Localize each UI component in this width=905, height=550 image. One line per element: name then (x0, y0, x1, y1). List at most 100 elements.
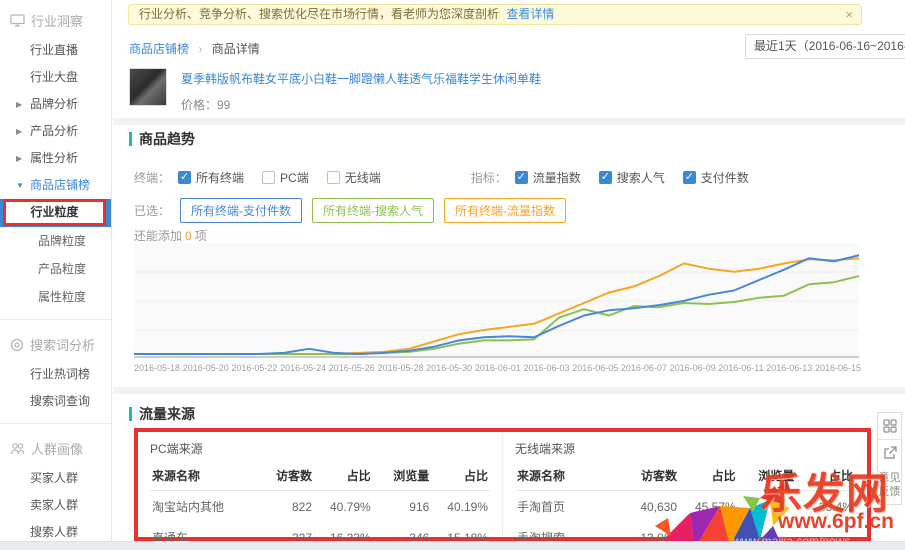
product-price: 价格：99 (181, 98, 231, 112)
checkbox-pc-terminal[interactable]: PC端 (262, 169, 309, 186)
wireless-source-table: 来源名称 访客数 占比 浏览量 占比 手淘首页 40,630 45.57% 38… (515, 463, 855, 550)
share-button[interactable] (878, 439, 901, 466)
checkbox-icon[interactable] (514, 170, 528, 184)
section-title-traffic-source: 流量来源 (129, 404, 195, 424)
sidebar-item-industry-market[interactable]: 行业大盘 (0, 64, 111, 91)
selected-label: 已选： (134, 204, 171, 218)
wireless-source-panel: 无线端来源 来源名称 访客数 占比 浏览量 占比 手淘首页 40,630 45.… (502, 432, 867, 545)
target-icon (10, 338, 24, 351)
sidebar-item-attribute-analysis[interactable]: ▶ 属性分析 (0, 145, 111, 172)
sidebar-section-title: 行业洞察 (31, 14, 84, 29)
checkbox-icon[interactable] (262, 171, 276, 184)
col-header-visitors: 访客数 (620, 463, 680, 491)
share-icon (883, 446, 897, 459)
qr-code-icon (882, 419, 897, 433)
x-axis-tick: 2016-06-13 (766, 363, 813, 373)
x-axis-tick: 2016-06-03 (523, 363, 570, 373)
trend-line-chart (133, 243, 860, 360)
sidebar-item-buyer-audience[interactable]: 买家人群 (0, 465, 111, 492)
table-header-row: 来源名称 访客数 占比 浏览量 占比 (515, 463, 855, 491)
sidebar-item-label: 卖家人群 (30, 498, 79, 512)
tag-all-traffic-index[interactable]: 所有终端-流量指数 (444, 198, 567, 223)
metric-options: 流量指数 搜索人气 支付件数 (514, 169, 749, 186)
section-title-text: 商品趋势 (139, 131, 195, 147)
cell-view-share: 38.4% (818, 499, 853, 514)
terminal-options: 所有终端 PC端 无线端 (178, 169, 381, 186)
section-accent-bar (129, 407, 132, 421)
checkbox-icon[interactable] (682, 170, 696, 184)
sidebar-section-search-word: 搜索词分析 (0, 328, 111, 361)
annotation-box-tables: PC端来源 来源名称 访客数 占比 浏览量 占比 淘宝站内其他 822 40.7… (134, 428, 871, 545)
divider (0, 423, 111, 424)
sidebar-item-label: 属性粒度 (38, 290, 87, 304)
checkbox-label: 所有终端 (196, 171, 245, 185)
pc-source-table: 来源名称 访客数 占比 浏览量 占比 淘宝站内其他 822 40.79% 916… (150, 463, 490, 550)
divider (113, 387, 905, 394)
sidebar-item-label: 属性分析 (30, 151, 79, 165)
sidebar-item-label: 行业大盘 (30, 70, 79, 84)
sidebar-item-label: 商品店铺榜 (30, 178, 91, 192)
side-toolbar: 意见反馈 (877, 412, 902, 505)
sidebar-item-industry-live[interactable]: 行业直播 (0, 37, 111, 64)
sidebar-item-product-analysis[interactable]: ▶ 产品分析 (0, 118, 111, 145)
sidebar-item-brand-analysis[interactable]: ▶ 品牌分析 (0, 91, 111, 118)
page-bottom-edge (0, 541, 905, 550)
col-header-views: 浏览量 (372, 463, 432, 491)
section-title-text: 流量来源 (139, 406, 195, 422)
checkbox-traffic-index[interactable]: 流量指数 (514, 169, 581, 186)
remaining-count-text: 还能添加 0 项 (134, 227, 207, 244)
date-range-picker[interactable]: 最近1天（2016-06-16~2016-06-16） 16 (745, 34, 905, 59)
checkbox-icon[interactable] (178, 170, 192, 184)
sidebar-subitem-industry-granularity[interactable]: 行业粒度 (0, 199, 111, 227)
checkbox-wireless-terminal[interactable]: 无线端 (326, 169, 381, 186)
x-axis-tick: 2016-05-22 (231, 363, 278, 373)
checkbox-icon[interactable] (598, 170, 612, 184)
product-title-link[interactable]: 夏季韩版帆布鞋女平底小白鞋一脚蹬懒人鞋透气乐福鞋学生休闲单鞋 (181, 70, 541, 87)
x-axis-tick: 2016-06-01 (474, 363, 521, 373)
checkbox-search-popularity[interactable]: 搜索人气 (598, 169, 665, 186)
people-icon (10, 443, 25, 455)
divider (0, 319, 111, 320)
section-title-product-trend: 商品趋势 (129, 129, 195, 149)
sidebar-item-word-query[interactable]: 搜索词查询 (0, 388, 111, 415)
cell-visitors: 40,630 (640, 499, 678, 514)
breadcrumb-parent-link[interactable]: 商品店铺榜 (129, 42, 189, 56)
sidebar-item-label: 买家人群 (30, 471, 79, 485)
checkbox-icon[interactable] (326, 171, 340, 184)
sidebar-section-title: 搜索词分析 (30, 338, 96, 353)
sidebar-section-title: 人群画像 (31, 442, 84, 457)
x-axis-tick: 2016-05-26 (328, 363, 375, 373)
tag-all-paid-items[interactable]: 所有终端-支付件数 (180, 198, 303, 223)
cell-view-share: 40.19% (447, 499, 488, 514)
col-header-views: 浏览量 (737, 463, 797, 491)
product-thumbnail[interactable] (129, 68, 167, 106)
view-details-link[interactable]: 查看详情 (506, 7, 554, 21)
product-summary: 夏季韩版帆布鞋女平底小白鞋一脚蹬懒人鞋透气乐福鞋学生休闲单鞋 价格：99 (129, 66, 885, 114)
col-header-view-share: 占比 (431, 463, 490, 491)
checkbox-label: 流量指数 (532, 171, 581, 185)
sidebar-item-hot-words[interactable]: 行业热词榜 (0, 361, 111, 388)
qr-code-button[interactable] (878, 413, 901, 439)
chevron-right-icon: ▶ (16, 127, 23, 136)
sidebar-item-goods-shop-rank[interactable]: ▼ 商品店铺榜 (0, 172, 111, 199)
sidebar-subitem-attribute-granularity[interactable]: 属性粒度 (0, 283, 111, 311)
checkbox-all-terminals[interactable]: 所有终端 (178, 169, 244, 186)
notification-text: 行业分析、竞争分析、搜索优化尽在市场行情，看老师为您深度剖析 (139, 7, 500, 21)
close-icon[interactable]: × (845, 5, 853, 24)
sidebar-subitem-brand-granularity[interactable]: 品牌粒度 (0, 227, 111, 255)
breadcrumb-separator: › (198, 42, 203, 56)
chevron-down-icon: ▼ (16, 181, 24, 190)
feedback-button[interactable]: 意见反馈 (878, 466, 901, 504)
col-header-source: 来源名称 (150, 463, 256, 491)
checkbox-label: 搜索人气 (616, 171, 665, 185)
checkbox-paid-items[interactable]: 支付件数 (682, 169, 749, 186)
table-header-row: 来源名称 访客数 占比 浏览量 占比 (150, 463, 490, 491)
sidebar-item-seller-audience[interactable]: 卖家人群 (0, 492, 111, 519)
checkbox-label: 支付件数 (700, 171, 749, 185)
sidebar-subitem-product-granularity[interactable]: 产品粒度 (0, 255, 111, 283)
sidebar-section-audience: 人群画像 (0, 432, 111, 465)
tag-all-search-popularity[interactable]: 所有终端-搜索人气 (312, 198, 435, 223)
metric-label: 指标： (470, 171, 507, 185)
annotation-box-sidebar: 行业粒度 (3, 199, 106, 226)
sidebar-item-label: 搜索词查询 (30, 394, 91, 408)
